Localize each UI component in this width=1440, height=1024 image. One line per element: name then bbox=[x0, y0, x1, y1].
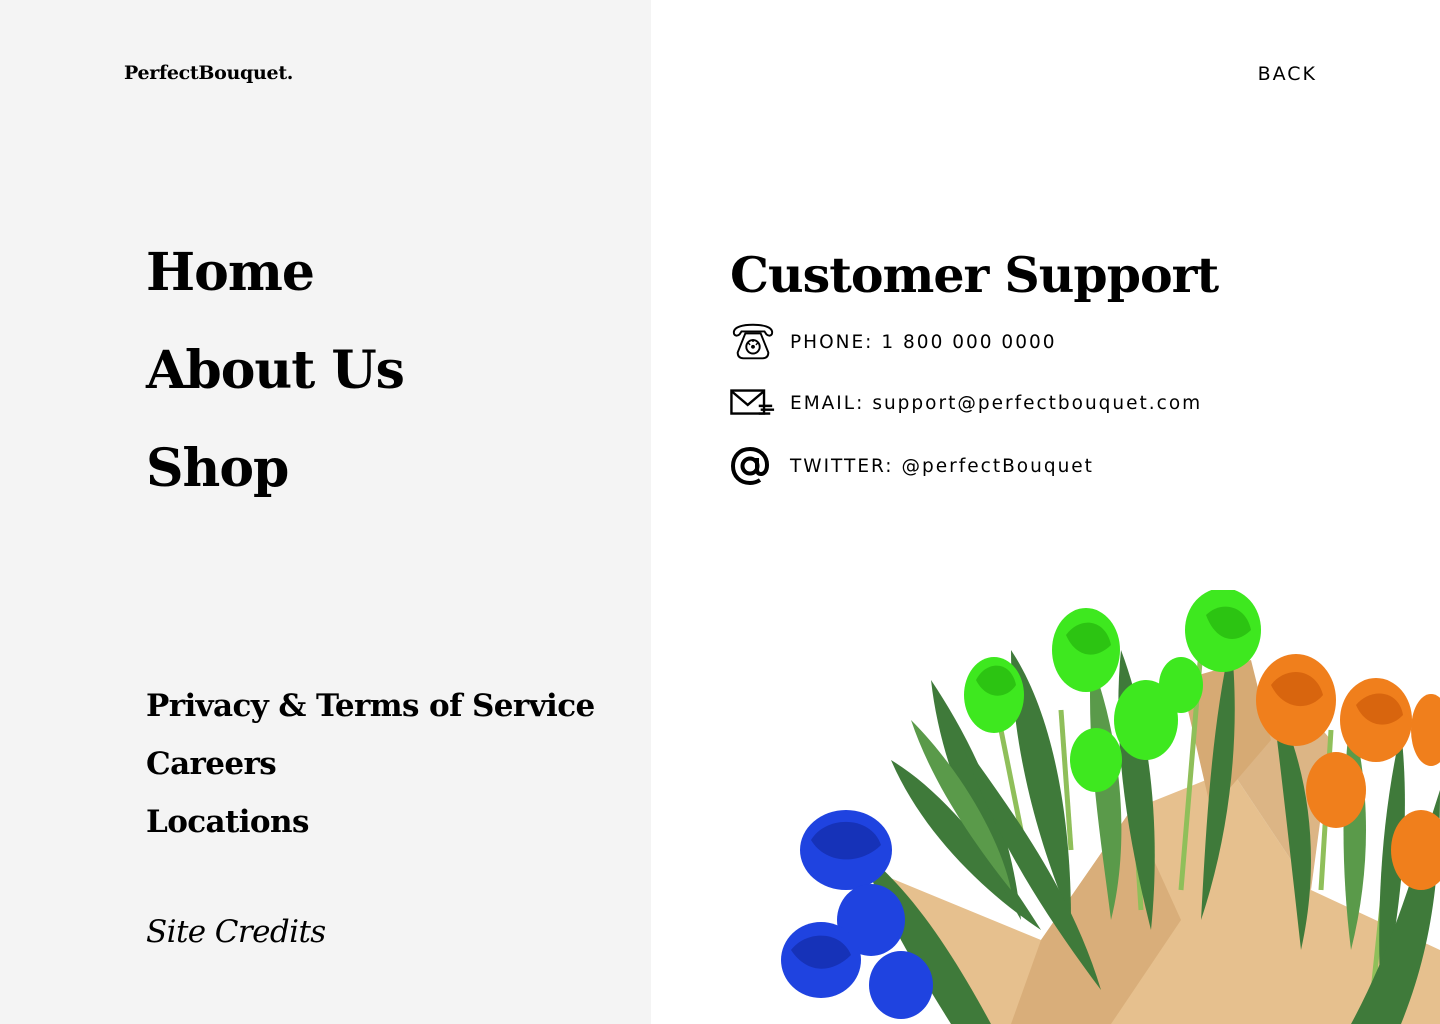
tulip-bouquet-image bbox=[781, 590, 1440, 1024]
nav-link-home[interactable]: Home bbox=[146, 238, 315, 308]
phone-label: PHONE: bbox=[790, 331, 874, 353]
phone-value[interactable]: 1 800 000 0000 bbox=[881, 332, 1056, 353]
nav-link-about-us[interactable]: About Us bbox=[146, 336, 405, 406]
secondary-nav-item-privacy: Privacy & Terms of Service bbox=[146, 684, 595, 742]
customer-support-heading: Customer Support bbox=[730, 246, 1219, 304]
envelope-icon bbox=[730, 383, 776, 423]
telephone-icon bbox=[730, 322, 776, 362]
main-nav-item-shop: Shop bbox=[146, 434, 404, 532]
left-panel: PerfectBouquet. Home About Us Shop Priva… bbox=[0, 0, 651, 1024]
email-value[interactable]: support@perfectbouquet.com bbox=[872, 393, 1202, 414]
nav-link-shop[interactable]: Shop bbox=[146, 434, 289, 504]
secondary-nav: Privacy & Terms of Service Careers Locat… bbox=[146, 684, 595, 858]
link-careers[interactable]: Careers bbox=[146, 742, 277, 786]
link-site-credits[interactable]: Site Credits bbox=[146, 910, 326, 954]
email-label: EMAIL: bbox=[790, 392, 865, 414]
secondary-nav-item-careers: Careers bbox=[146, 742, 595, 800]
twitter-value[interactable]: @perfectBouquet bbox=[902, 456, 1094, 477]
twitter-label: TWITTER: bbox=[790, 455, 894, 477]
right-panel: BACK Customer Support PHONE: 1 800 000 0… bbox=[651, 0, 1440, 1024]
secondary-nav-item-locations: Locations bbox=[146, 800, 595, 858]
main-nav-item-home: Home bbox=[146, 238, 404, 336]
link-privacy-terms[interactable]: Privacy & Terms of Service bbox=[146, 684, 595, 728]
back-button[interactable]: BACK bbox=[1258, 62, 1317, 86]
site-logo[interactable]: PerfectBouquet. bbox=[124, 62, 293, 84]
main-nav: Home About Us Shop bbox=[146, 238, 405, 532]
at-sign-icon bbox=[730, 446, 776, 486]
contact-twitter: TWITTER: @perfectBouquet bbox=[730, 446, 1094, 486]
main-nav-item-about: About Us bbox=[146, 336, 405, 434]
contact-email: EMAIL: support@perfectbouquet.com bbox=[730, 383, 1202, 423]
contact-phone: PHONE: 1 800 000 0000 bbox=[730, 322, 1057, 362]
link-locations[interactable]: Locations bbox=[146, 800, 309, 844]
